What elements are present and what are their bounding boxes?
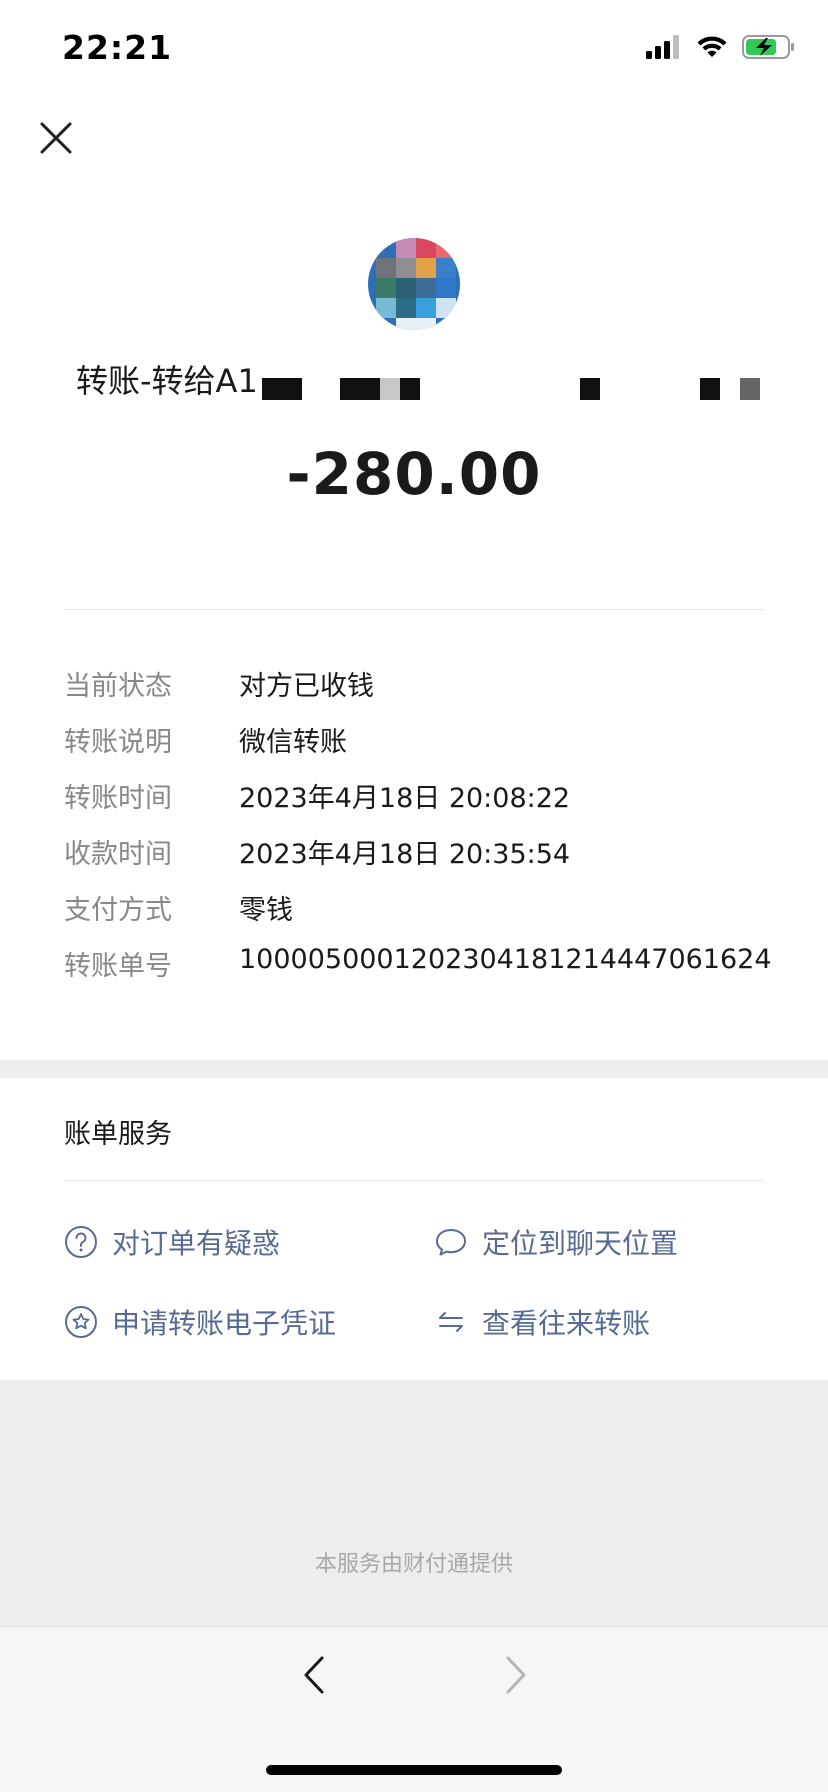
close-icon[interactable] [36,118,76,158]
service-label: 对订单有疑惑 [112,1227,281,1260]
detail-row-payment-method: 支付方式 零钱 [64,888,784,928]
detail-value: 1000050001202304181214447061624 [239,944,772,975]
redaction-block [380,378,400,400]
locate-chat-link[interactable]: 定位到聊天位置 [434,1222,678,1262]
star-circle-icon [65,1306,97,1338]
detail-label: 当前状态 [64,671,172,702]
redaction-block [580,378,600,400]
question-circle-icon [65,1226,97,1258]
detail-value: 微信转账 [239,727,347,758]
forward-arrow-icon[interactable] [498,1652,534,1698]
redaction-block [262,378,302,400]
footer-text: 本服务由财付通提供 [314,1552,513,1577]
footer-area [0,1380,828,1626]
detail-value: 零钱 [239,895,293,926]
detail-row-transfer-number: 转账单号 1000050001202304181214447061624 [64,944,784,984]
swap-arrows-icon [439,1312,463,1332]
signal-icon [646,35,679,59]
status-icons [646,34,796,60]
redaction-block [740,378,760,400]
detail-value: 2023年4月18日 20:08:22 [239,783,571,814]
battery-charging-icon [742,35,794,59]
home-indicator [266,1765,562,1775]
status-time: 22:21 [62,28,173,67]
detail-row-transfer-time: 转账时间 2023年4月18日 20:08:22 [64,776,784,816]
redaction-block [400,378,420,400]
order-question-link[interactable]: 对订单有疑惑 [64,1222,280,1262]
status-bar: 22:21 [0,0,828,100]
detail-value: 2023年4月18日 20:35:54 [239,839,571,870]
detail-row-status: 当前状态 对方已收钱 [64,664,784,704]
redaction-block [340,378,380,400]
service-label: 申请转账电子凭证 [112,1307,337,1340]
wifi-icon [697,36,727,57]
transfer-title: 转账-转给A1 [76,362,258,400]
transfer-amount: -280.00 [286,440,542,508]
detail-row-note: 转账说明 微信转账 [64,720,784,760]
detail-value: 对方已收钱 [239,671,374,702]
detail-label: 转账单号 [64,951,172,982]
detail-label: 收款时间 [64,839,172,870]
detail-label: 支付方式 [64,895,172,926]
bill-services-title: 账单服务 [64,1119,172,1150]
apply-voucher-link[interactable]: 申请转账电子凭证 [64,1302,336,1342]
back-arrow-icon[interactable] [296,1652,332,1698]
divider [64,609,764,610]
detail-label: 转账时间 [64,783,172,814]
view-transfers-link[interactable]: 查看往来转账 [434,1302,650,1342]
service-label: 定位到聊天位置 [482,1227,679,1260]
divider [64,1180,764,1181]
redaction-block [700,378,720,400]
chat-bubble-icon [436,1229,466,1256]
detail-row-receive-time: 收款时间 2023年4月18日 20:35:54 [64,832,784,872]
detail-label: 转账说明 [64,727,172,758]
service-label: 查看往来转账 [482,1307,651,1340]
transfer-detail-screen: 22:21 转账-转给A1 -280.00 当前状态 对方已收钱 转账说明 微信… [0,0,828,1792]
avatar [368,238,460,330]
section-gap [0,1060,828,1078]
